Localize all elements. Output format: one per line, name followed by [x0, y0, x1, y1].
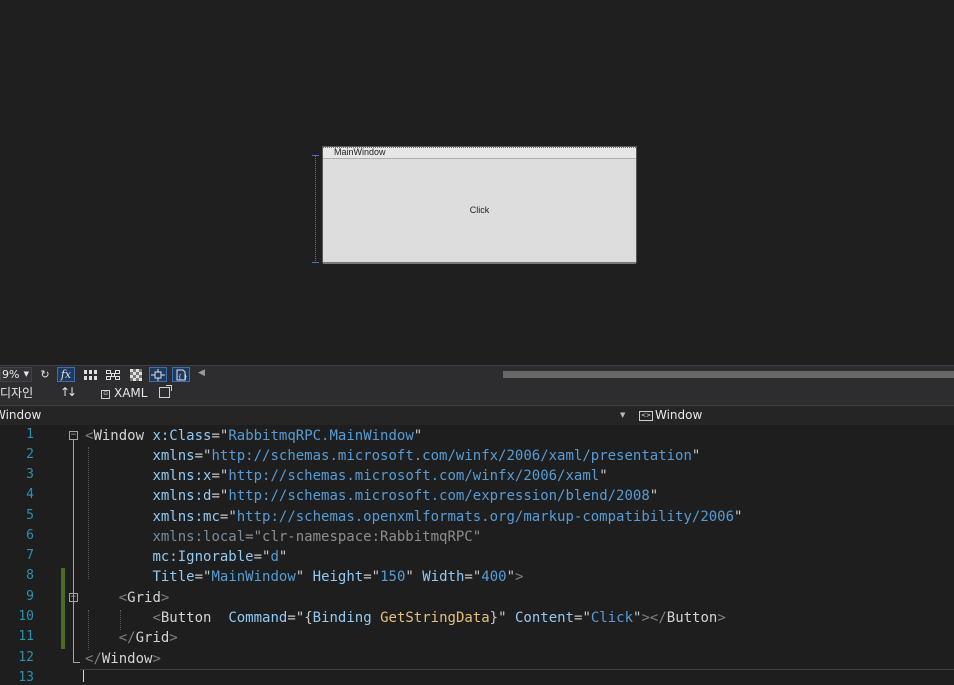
svg-text:{ }: { } [178, 374, 187, 381]
line-number: 13 [18, 670, 34, 685]
line-number: 10 [18, 609, 34, 624]
grid-icon[interactable] [81, 367, 99, 382]
element-member-value: Window [655, 408, 703, 422]
popout-icon[interactable] [159, 385, 172, 398]
tab-xaml[interactable]: ⊡ XAML [96, 386, 150, 404]
design-surface[interactable]: MainWindow Click [0, 0, 954, 366]
preview-window[interactable]: MainWindow Click [322, 146, 637, 264]
preview-window-titlebar: MainWindow [323, 147, 636, 159]
code-line-7[interactable]: mc:Ignorable="d" [85, 547, 287, 567]
editor-divider [80, 669, 954, 670]
line-number: 11 [18, 629, 34, 644]
snap-grid-icon[interactable] [104, 367, 122, 382]
fx-icon[interactable]: fx [57, 367, 75, 382]
refresh-icon[interactable]: ↻ [36, 367, 54, 382]
element-scope-value: Window [0, 408, 42, 422]
view-tab-strip: 디자인 ↑↓ ⊡ XAML [0, 383, 954, 405]
collapse-icon[interactable]: − [69, 431, 78, 440]
tab-design[interactable]: 디자인 [0, 384, 33, 401]
navigation-bar: Window ▼ <> Window [0, 405, 954, 426]
line-number: 2 [26, 447, 34, 462]
xaml-code-editor[interactable]: 1 2 3 4 5 6 7 8 9 10 11 12 13 − − <Window x:Class="R… [0, 425, 954, 685]
tab-xaml-label: XAML [114, 386, 148, 400]
height-adorner[interactable] [312, 155, 319, 263]
code-line-9[interactable]: <Grid> [85, 588, 170, 608]
line-number: 1 [26, 427, 34, 442]
line-number: 8 [26, 568, 34, 583]
zoom-dropdown[interactable]: 9% ▼ [0, 367, 32, 382]
line-number: 6 [26, 528, 34, 543]
chevron-down-icon: ▼ [620, 411, 626, 419]
chevron-down-icon: ▼ [23, 370, 29, 378]
line-number: 4 [26, 487, 34, 502]
code-line-8[interactable]: Title="MainWindow" Height="150" Width="4… [85, 567, 523, 587]
code-line-3[interactable]: xmlns:x="http://schemas.microsoft.com/wi… [85, 466, 607, 486]
annotation-icon[interactable]: { } [172, 367, 190, 382]
preview-window-title: MainWindow [334, 147, 386, 157]
code-line-11[interactable]: </Grid> [85, 628, 178, 648]
swap-panes-icon[interactable]: ↑↓ [60, 385, 77, 399]
zoom-value: 9% [2, 368, 20, 381]
preview-click-button[interactable]: Click [324, 159, 635, 261]
collapse-icon[interactable]: − [69, 593, 78, 602]
code-line-2[interactable]: xmlns="http://schemas.microsoft.com/winf… [85, 446, 700, 466]
designer-toolbar: 9% ▼ ↻ fx { } ◀ [0, 365, 954, 384]
code-line-5[interactable]: xmlns:mc="http://schemas.openxmlformats.… [85, 507, 742, 527]
snap-lines-icon[interactable] [149, 367, 167, 382]
horizontal-scrollbar-thumb[interactable] [503, 371, 954, 378]
checker-icon[interactable] [127, 367, 145, 382]
outline-line [73, 440, 74, 662]
change-marker [61, 568, 65, 649]
element-icon: <> [639, 411, 653, 421]
scroll-left-icon[interactable]: ◀ [198, 368, 205, 378]
code-line-12[interactable]: </Window> [85, 649, 161, 669]
line-number: 3 [26, 467, 34, 482]
line-number: 12 [18, 650, 34, 665]
line-number: 9 [26, 589, 34, 604]
element-scope-dropdown[interactable]: Window ▼ [0, 406, 632, 425]
preview-window-edge [323, 262, 636, 264]
xaml-doc-icon: ⊡ [101, 390, 110, 399]
outline-end [73, 662, 80, 663]
text-cursor [83, 670, 84, 682]
line-number: 5 [26, 508, 34, 523]
code-line-1[interactable]: <Window x:Class="RabbitmqRPC.MainWindow" [85, 426, 422, 446]
code-line-6[interactable]: xmlns:local="clr-namespace:RabbitmqRPC" [85, 527, 481, 547]
line-number: 7 [26, 548, 34, 563]
code-line-4[interactable]: xmlns:d="http://schemas.microsoft.com/ex… [85, 486, 658, 506]
element-member-dropdown[interactable]: <> Window [636, 406, 954, 425]
code-line-10[interactable]: <Button Command="{Binding GetStringData}… [85, 608, 725, 628]
